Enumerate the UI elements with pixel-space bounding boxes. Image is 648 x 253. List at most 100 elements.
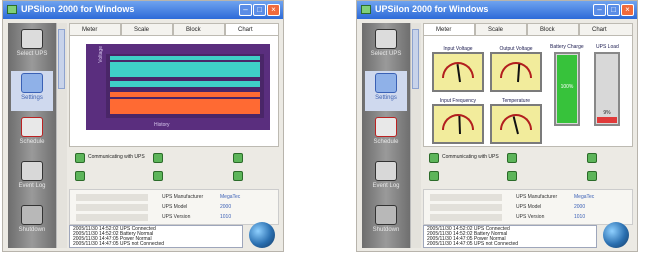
- status-row: Communicating with UPS: [423, 151, 633, 165]
- globe-icon: [249, 222, 275, 248]
- version-label: UPS Version: [162, 214, 191, 220]
- tab-chart[interactable]: Chart: [225, 23, 279, 35]
- tab-bar: Meter Scale Block Chart: [69, 23, 279, 35]
- tab-chart[interactable]: Chart: [579, 23, 633, 35]
- version-value: 1010: [574, 214, 586, 220]
- app-icon: [361, 5, 371, 14]
- teal-band: [110, 81, 260, 87]
- title-bar: UPSilon 2000 for Windows – □ ×: [357, 1, 637, 19]
- info-field: [430, 194, 502, 201]
- tab-scale[interactable]: Scale: [475, 23, 527, 35]
- status-icon[interactable]: [429, 171, 439, 181]
- globe-icon: [603, 222, 629, 248]
- tab-scale[interactable]: Scale: [121, 23, 173, 35]
- meter-panel: Input Voltage Output Voltage Input Frequ…: [423, 35, 633, 147]
- version-value: 1010: [220, 214, 232, 220]
- sidebar-scrollbar[interactable]: [56, 23, 67, 248]
- status-icon[interactable]: [587, 171, 597, 181]
- chart-y-label: Voltage: [98, 46, 104, 63]
- sidebar: Select UPS Settings Schedule Event Log S…: [362, 23, 410, 248]
- status-icon[interactable]: [233, 171, 243, 181]
- status-icon[interactable]: [507, 153, 517, 163]
- settings-icon: [21, 73, 43, 93]
- tab-meter[interactable]: Meter: [69, 23, 121, 35]
- settings-icon: [375, 73, 397, 93]
- sidebar-item-shutdown[interactable]: Shutdown: [11, 203, 53, 243]
- sidebar-item-shutdown[interactable]: Shutdown: [365, 203, 407, 243]
- manufacturer-label: UPS Manufacturer: [516, 194, 558, 200]
- log-entry: 2005/11/30 14:47:05 UPS not Connected: [73, 241, 165, 247]
- manufacturer-label: UPS Manufacturer: [162, 194, 204, 200]
- maximize-button[interactable]: □: [607, 4, 620, 16]
- sidebar-scrollbar[interactable]: [410, 23, 421, 248]
- output-voltage-label: Output Voltage: [499, 46, 533, 52]
- communicating-text: Communicating with UPS: [442, 154, 499, 160]
- status-icon[interactable]: [153, 171, 163, 181]
- upsilon-window-meter: UPSilon 2000 for Windows – □ × Select UP…: [356, 0, 638, 252]
- teal-band: [110, 62, 260, 77]
- output-voltage-gauge: Output Voltage: [490, 46, 542, 92]
- window-title: UPSilon 2000 for Windows: [375, 4, 489, 14]
- status-row: [69, 169, 279, 183]
- maximize-button[interactable]: □: [253, 4, 266, 16]
- sidebar-item-event-log[interactable]: Event Log: [365, 159, 407, 199]
- info-field: [430, 204, 502, 211]
- sidebar-item-schedule[interactable]: Schedule: [11, 115, 53, 155]
- input-frequency-gauge: Input Frequency: [432, 98, 484, 144]
- history-chart: Voltage History: [86, 44, 270, 130]
- status-icon[interactable]: [233, 153, 243, 163]
- chart-panel: Voltage History: [69, 35, 279, 147]
- ups-load-fill: [597, 116, 617, 123]
- sidebar-item-select-ups[interactable]: Select UPS: [365, 27, 407, 67]
- event-log-icon: [21, 161, 43, 181]
- tools-icon: [375, 205, 397, 225]
- scrollbar-thumb[interactable]: [58, 29, 65, 89]
- event-log-list[interactable]: 2005/11/30 14:52:02 UPS Connected 2005/1…: [69, 225, 243, 248]
- sidebar-item-select-ups[interactable]: Select UPS: [11, 27, 53, 67]
- status-icon[interactable]: [75, 171, 85, 181]
- manufacturer-value: MegaTec: [574, 194, 595, 200]
- battery-charge-label: Battery Charge: [550, 44, 584, 50]
- minimize-button[interactable]: –: [593, 4, 606, 16]
- calendar-icon: [375, 117, 397, 137]
- communication-icon: [429, 153, 439, 163]
- status-row: Communicating with UPS: [69, 151, 279, 165]
- battery-charge-bar: 100%: [554, 52, 580, 126]
- close-button[interactable]: ×: [621, 4, 634, 16]
- event-log-icon: [375, 161, 397, 181]
- teal-band: [110, 56, 260, 60]
- status-icon[interactable]: [153, 153, 163, 163]
- sidebar-item-settings[interactable]: Settings: [11, 71, 53, 111]
- model-label: UPS Model: [162, 204, 188, 210]
- ups-info-panel: UPS Manufacturer MegaTec UPS Model 2000 …: [69, 189, 279, 225]
- chart-x-label: History: [154, 122, 170, 128]
- input-voltage-gauge: Input Voltage: [432, 46, 484, 92]
- model-value: 2000: [220, 204, 232, 210]
- minimize-button[interactable]: –: [239, 4, 252, 16]
- status-icon[interactable]: [507, 171, 517, 181]
- window-title: UPSilon 2000 for Windows: [21, 4, 135, 14]
- event-log-list[interactable]: 2005/11/30 14:52:02 UPS Connected 2005/1…: [423, 225, 597, 248]
- chart-plot-area: [106, 54, 264, 118]
- ups-load-bar: 9%: [594, 52, 620, 126]
- info-field: [76, 204, 148, 211]
- gauge-arc: [500, 62, 532, 78]
- close-button[interactable]: ×: [267, 4, 280, 16]
- input-frequency-label: Input Frequency: [439, 98, 477, 104]
- status-icon[interactable]: [587, 153, 597, 163]
- sidebar: Select UPS Settings Schedule Event Log S…: [8, 23, 56, 248]
- sidebar-item-schedule[interactable]: Schedule: [365, 115, 407, 155]
- battery-charge-value: 100%: [560, 84, 574, 90]
- tab-meter[interactable]: Meter: [423, 23, 475, 35]
- temperature-label: Temperature: [501, 98, 531, 104]
- sidebar-item-event-log[interactable]: Event Log: [11, 159, 53, 199]
- tab-block[interactable]: Block: [527, 23, 579, 35]
- tab-block[interactable]: Block: [173, 23, 225, 35]
- info-field: [430, 214, 502, 221]
- scrollbar-thumb[interactable]: [412, 29, 419, 89]
- sidebar-item-settings[interactable]: Settings: [365, 71, 407, 111]
- log-entry: 2005/11/30 14:47:05 UPS not Connected: [427, 241, 519, 247]
- orange-band: [110, 92, 260, 97]
- model-value: 2000: [574, 204, 586, 210]
- ups-load-label: UPS Load: [596, 44, 619, 50]
